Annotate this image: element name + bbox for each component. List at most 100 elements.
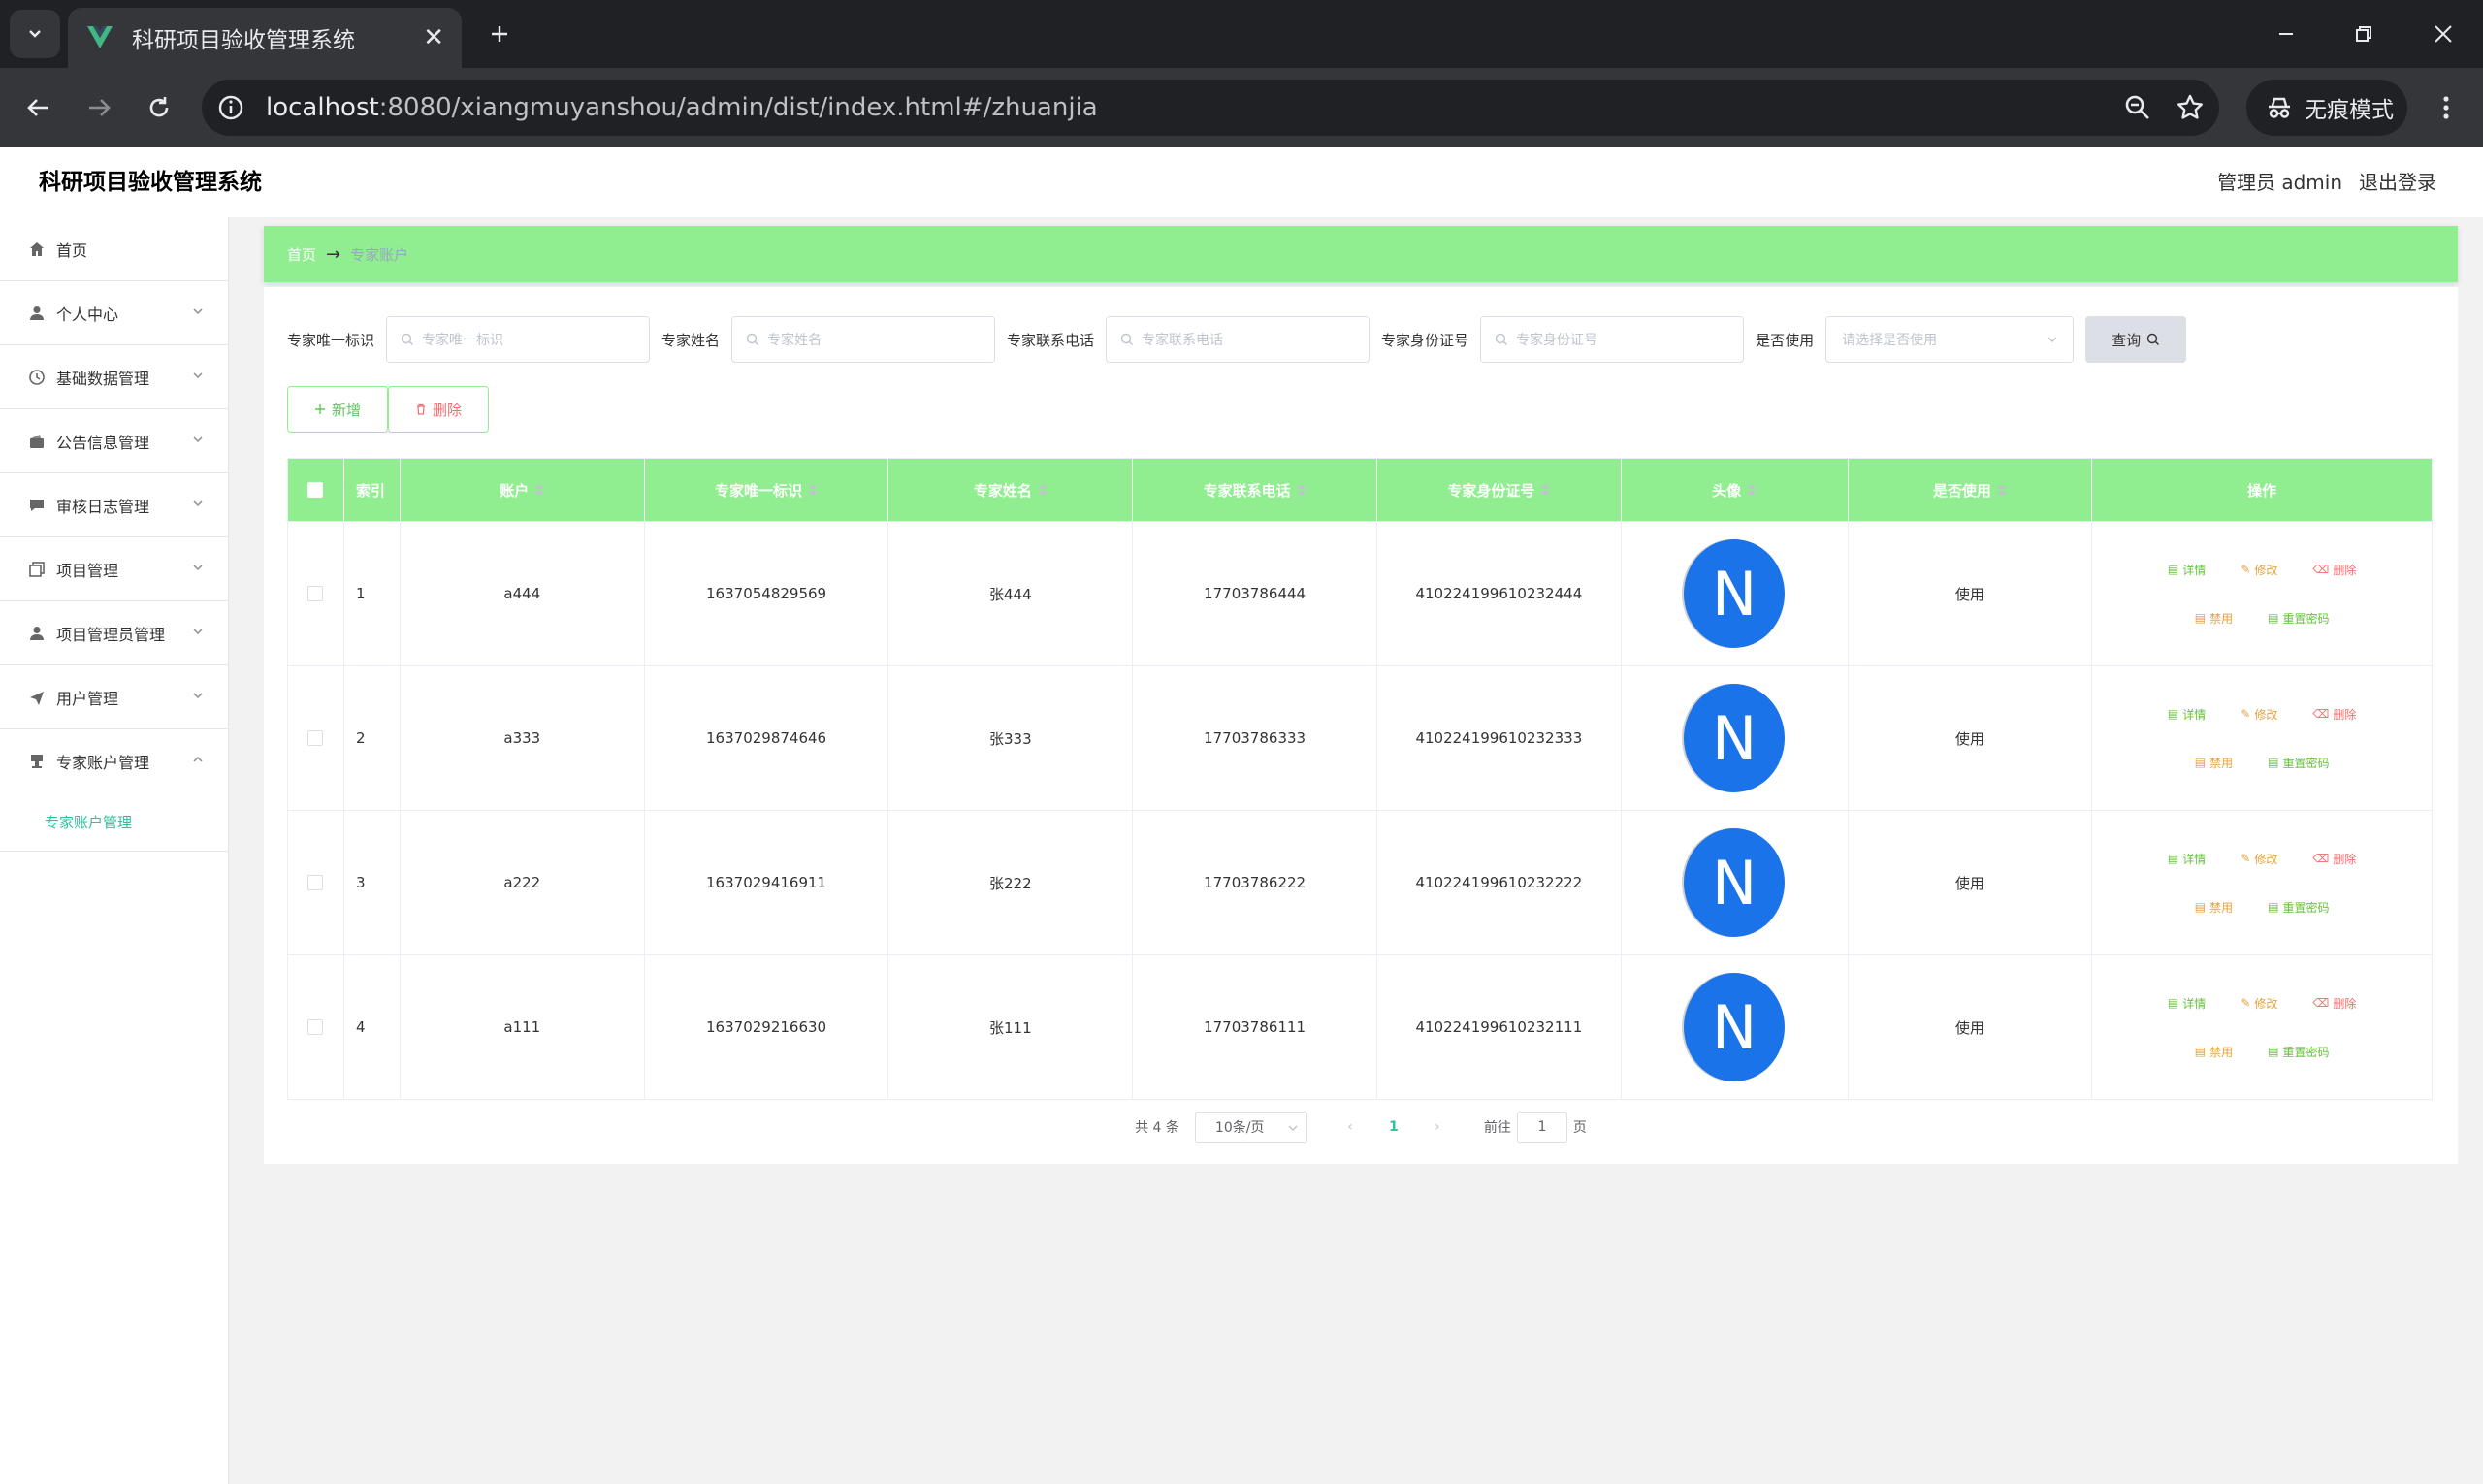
reset-password-button[interactable]: ▤ 重置密码 xyxy=(2268,1039,2329,1064)
column-header-account[interactable]: 账户 xyxy=(401,459,645,521)
disable-button[interactable]: ▤ 禁用 xyxy=(2195,750,2233,775)
delete-row-button[interactable]: ⌫ 删除 xyxy=(2312,990,2356,1016)
bookmark-star-icon[interactable] xyxy=(2175,92,2206,123)
trash-icon: ⌫ xyxy=(2312,563,2330,576)
disable-button[interactable]: ▤ 禁用 xyxy=(2195,605,2233,630)
document-icon: ▤ xyxy=(2167,707,2179,721)
search-input-phone[interactable]: 专家联系电话 xyxy=(1106,316,1370,363)
search-input-uid[interactable]: 专家唯一标识 xyxy=(386,316,651,363)
tab-search-button[interactable] xyxy=(10,10,60,58)
delete-row-button[interactable]: ⌫ 删除 xyxy=(2312,846,2356,871)
sidebar-item-notice[interactable]: 公告信息管理 xyxy=(0,409,228,473)
detail-button[interactable]: ▤ 详情 xyxy=(2168,990,2206,1016)
sort-icon[interactable] xyxy=(1296,484,1306,496)
column-header-uid[interactable]: 专家唯一标识 xyxy=(645,459,889,521)
reset-password-button[interactable]: ▤ 重置密码 xyxy=(2268,894,2329,919)
row-checkbox[interactable] xyxy=(307,875,324,890)
delete-row-button[interactable]: ⌫ 删除 xyxy=(2312,701,2356,726)
edit-button[interactable]: ✎ 修改 xyxy=(2241,557,2277,582)
sidebar-item-audit-log[interactable]: 审核日志管理 xyxy=(0,473,228,537)
sidebar-item-profile[interactable]: 个人中心 xyxy=(0,281,228,345)
row-checkbox[interactable] xyxy=(307,730,324,746)
sidebar-item-expert-account[interactable]: 专家账户管理 xyxy=(0,729,228,793)
column-header-status[interactable]: 是否使用 xyxy=(1849,459,2093,521)
sort-icon[interactable] xyxy=(1540,484,1551,496)
plus-icon xyxy=(492,26,507,42)
row-select[interactable] xyxy=(288,522,344,665)
detail-button[interactable]: ▤ 详情 xyxy=(2168,557,2206,582)
tab-close-icon[interactable]: ✕ xyxy=(423,23,444,52)
address-bar[interactable]: localhost:8080/xiangmuyanshou/admin/dist… xyxy=(202,80,2219,136)
minimize-button[interactable] xyxy=(2264,14,2308,54)
row-select[interactable] xyxy=(288,955,344,1099)
edit-button[interactable]: ✎ 修改 xyxy=(2241,701,2277,726)
avatar[interactable]: N xyxy=(1684,539,1786,648)
avatar[interactable]: N xyxy=(1684,973,1786,1081)
sidebar-item-home[interactable]: 首页 xyxy=(0,217,228,281)
avatar[interactable]: N xyxy=(1684,684,1786,792)
search-input-idcard[interactable]: 专家身份证号 xyxy=(1480,316,1745,363)
next-page-button[interactable]: › xyxy=(1418,1119,1457,1135)
header-select-all[interactable] xyxy=(288,459,344,521)
sidebar-subitem-expert-account[interactable]: 专家账户管理 xyxy=(0,793,228,852)
row-select[interactable] xyxy=(288,666,344,810)
forward-button[interactable] xyxy=(78,86,120,129)
sidebar-item-users[interactable]: 用户管理 xyxy=(0,665,228,729)
site-info-icon[interactable] xyxy=(215,92,246,123)
sort-icon[interactable] xyxy=(1747,484,1757,496)
add-button[interactable]: 新增 xyxy=(287,386,388,433)
chevron-up-icon xyxy=(193,756,203,762)
disable-button[interactable]: ▤ 禁用 xyxy=(2195,1039,2233,1064)
sort-icon[interactable] xyxy=(808,484,819,496)
detail-button[interactable]: ▤ 详情 xyxy=(2168,701,2206,726)
logout-link[interactable]: 退出登录 xyxy=(2359,147,2436,217)
edit-button[interactable]: ✎ 修改 xyxy=(2241,846,2277,871)
sort-icon[interactable] xyxy=(1996,484,2007,496)
page-size-select[interactable]: 10条/页 xyxy=(1194,1112,1307,1143)
zoom-icon[interactable] xyxy=(2122,92,2153,123)
cell-name: 张444 xyxy=(888,522,1134,665)
browser-tab[interactable]: 科研项目验收管理系统 ✕ xyxy=(68,8,462,68)
browser-menu-button[interactable] xyxy=(2425,86,2467,129)
reload-button[interactable] xyxy=(138,86,180,129)
row-checkbox[interactable] xyxy=(307,1019,324,1035)
pagination-total: 共 4 条 xyxy=(1135,1120,1179,1136)
avatar[interactable]: N xyxy=(1684,828,1786,937)
column-header-name[interactable]: 专家姓名 xyxy=(888,459,1134,521)
new-tab-button[interactable] xyxy=(479,14,520,54)
column-header-idcard[interactable]: 专家身份证号 xyxy=(1377,459,1622,521)
reset-password-button[interactable]: ▤ 重置密码 xyxy=(2268,750,2329,775)
incognito-indicator[interactable]: 无痕模式 xyxy=(2246,80,2407,136)
detail-button[interactable]: ▤ 详情 xyxy=(2168,846,2206,871)
sidebar-item-project-admin[interactable]: 项目管理员管理 xyxy=(0,601,228,665)
breadcrumb-home[interactable]: 首页 xyxy=(287,244,316,265)
disable-button[interactable]: ▤ 禁用 xyxy=(2195,894,2233,919)
goto-page-input[interactable]: 1 xyxy=(1516,1112,1567,1143)
document-icon: ▤ xyxy=(2194,611,2207,625)
back-button[interactable] xyxy=(17,86,60,129)
current-user: 管理员 admin xyxy=(2217,171,2343,194)
select-all-checkbox[interactable] xyxy=(307,482,324,498)
row-select[interactable] xyxy=(288,811,344,954)
page-number[interactable]: 1 xyxy=(1370,1119,1418,1135)
search-input-name[interactable]: 专家姓名 xyxy=(731,316,996,363)
restore-button[interactable] xyxy=(2341,14,2386,54)
delete-row-button[interactable]: ⌫ 删除 xyxy=(2312,557,2356,582)
search-label-phone: 专家联系电话 xyxy=(1007,331,1095,349)
column-header-phone[interactable]: 专家联系电话 xyxy=(1133,459,1377,521)
table-row: 2 a333 1637029874646 张333 17703786333 41… xyxy=(288,665,2432,810)
sidebar-item-base-data[interactable]: 基础数据管理 xyxy=(0,345,228,409)
query-button[interactable]: 查询 xyxy=(2085,316,2187,363)
column-header-avatar[interactable]: 头像 xyxy=(1622,459,1849,521)
status-select[interactable]: 请选择是否使用 xyxy=(1825,316,2075,363)
delete-button[interactable]: 删除 xyxy=(388,386,489,433)
edit-button[interactable]: ✎ 修改 xyxy=(2241,990,2277,1016)
row-checkbox[interactable] xyxy=(307,586,324,601)
sort-icon[interactable] xyxy=(1037,484,1048,496)
prev-page-button[interactable]: ‹ xyxy=(1331,1119,1370,1135)
sort-icon[interactable] xyxy=(534,484,545,496)
sidebar-item-project[interactable]: 项目管理 xyxy=(0,537,228,601)
url-text[interactable]: localhost:8080/xiangmuyanshou/admin/dist… xyxy=(266,80,1098,136)
close-window-button[interactable] xyxy=(2421,14,2466,54)
reset-password-button[interactable]: ▤ 重置密码 xyxy=(2268,605,2329,630)
